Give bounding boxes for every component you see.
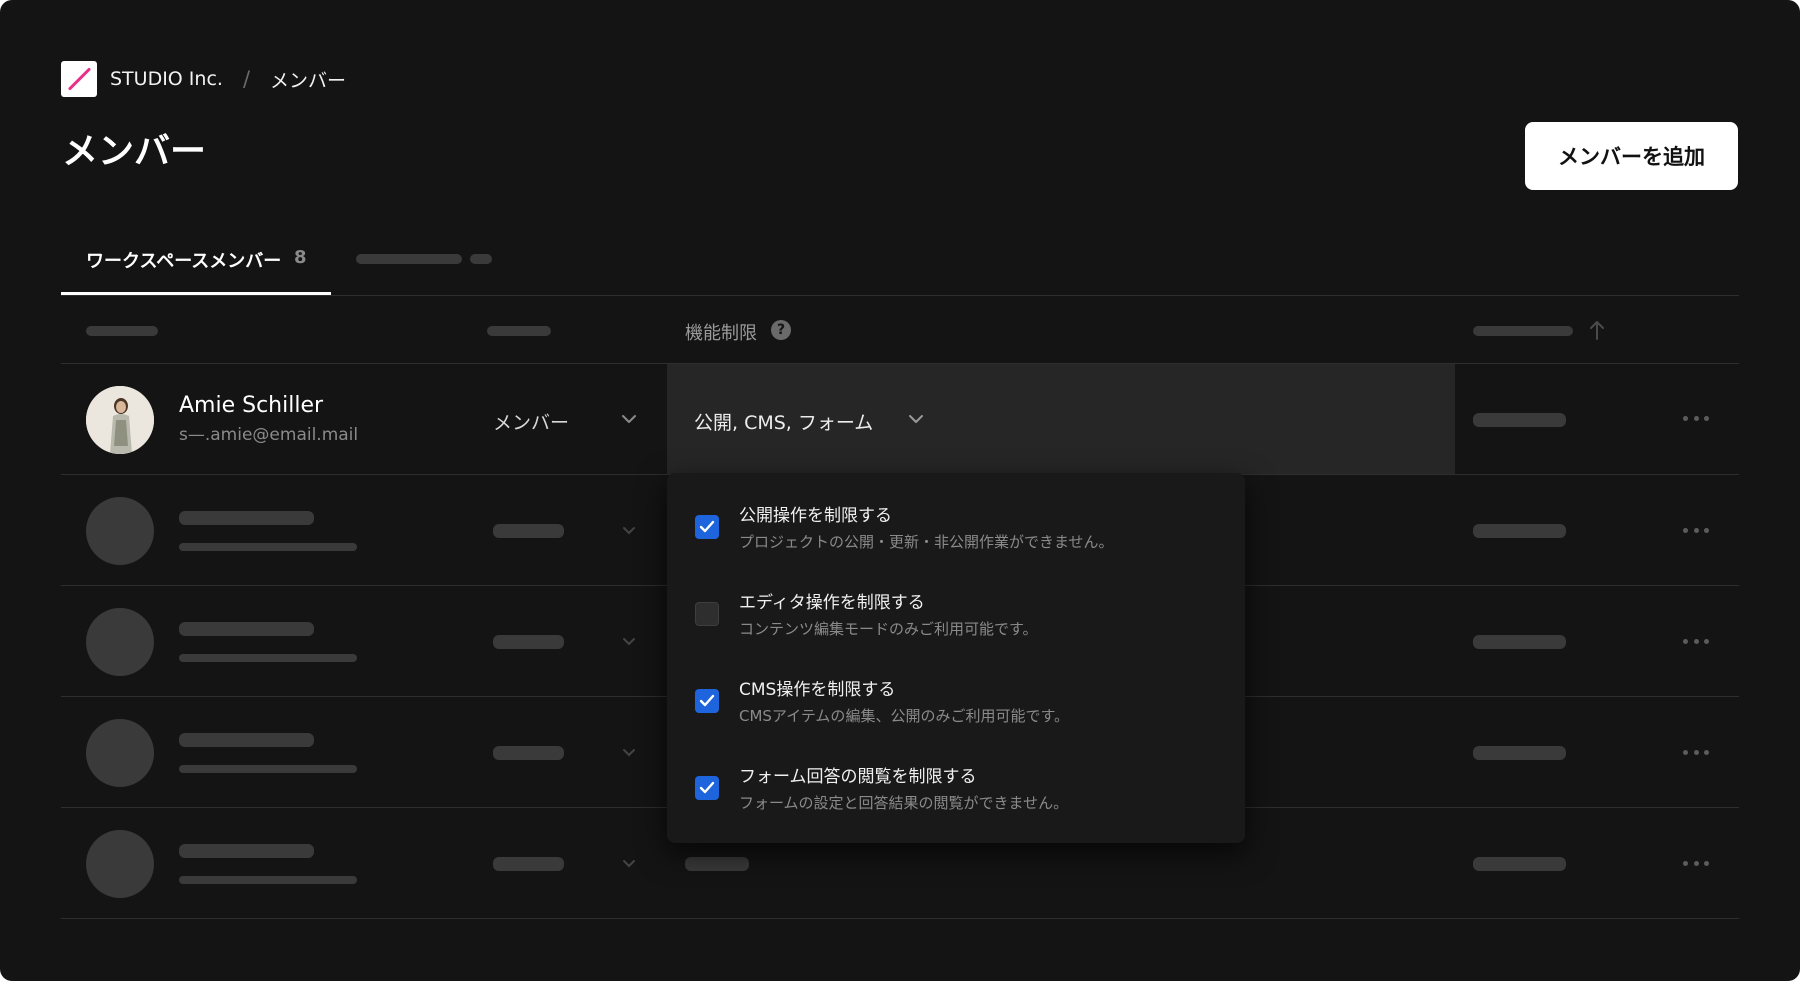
option-description: プロジェクトの公開・更新・非公開作業ができません。 — [739, 533, 1114, 551]
avatar-placeholder — [86, 719, 154, 787]
check-icon — [699, 520, 715, 533]
sort-ascending-icon[interactable] — [1589, 319, 1605, 341]
restriction-placeholder[interactable] — [685, 857, 749, 871]
help-icon[interactable]: ? — [771, 320, 791, 340]
column-header-placeholder — [86, 326, 158, 336]
email-placeholder — [179, 765, 357, 773]
tab-count-placeholder — [470, 254, 492, 264]
name-placeholder — [179, 622, 314, 636]
email-placeholder — [179, 543, 357, 551]
option-restrict-form-responses[interactable]: フォーム回答の閲覧を制限する フォームの設定と回答結果の閲覧ができません。 — [667, 752, 1245, 822]
role-select[interactable]: メンバー — [493, 408, 569, 435]
restriction-dropdown: 公開操作を制限する プロジェクトの公開・更新・非公開作業ができません。 エディタ… — [667, 473, 1245, 843]
avatar-placeholder — [86, 830, 154, 898]
member-email: s—.amie@email.mail — [179, 425, 359, 445]
checkbox-checked[interactable] — [695, 776, 719, 800]
option-title: エディタ操作を制限する — [739, 593, 925, 613]
avatar-placeholder — [86, 497, 154, 565]
cell-placeholder — [1473, 524, 1566, 538]
checkbox-checked[interactable] — [695, 689, 719, 713]
role-placeholder[interactable] — [493, 746, 564, 760]
avatar — [86, 386, 154, 454]
column-header-placeholder[interactable] — [1473, 326, 1573, 336]
more-options-icon[interactable] — [1683, 750, 1709, 756]
role-placeholder[interactable] — [493, 524, 564, 538]
avatar-placeholder — [86, 608, 154, 676]
chevron-down-icon[interactable] — [621, 526, 637, 536]
tab-workspace-members[interactable]: ワークスペースメンバー 8 — [61, 236, 331, 296]
role-placeholder[interactable] — [493, 857, 564, 871]
chevron-down-icon[interactable] — [908, 414, 924, 424]
chevron-down-icon[interactable] — [621, 859, 637, 869]
chevron-down-icon[interactable] — [621, 637, 637, 647]
name-placeholder — [179, 511, 314, 525]
member-name: Amie Schiller — [179, 393, 324, 418]
breadcrumb-separator: / — [242, 67, 251, 91]
cell-placeholder — [1473, 746, 1566, 760]
option-description: コンテンツ編集モードのみご利用可能です。 — [739, 620, 1038, 638]
restriction-select[interactable]: 公開, CMS, フォーム — [694, 408, 873, 435]
option-restrict-publish[interactable]: 公開操作を制限する プロジェクトの公開・更新・非公開作業ができません。 — [667, 491, 1245, 561]
checkbox-checked[interactable] — [695, 515, 719, 539]
breadcrumb-org[interactable]: STUDIO Inc. — [110, 68, 223, 90]
role-placeholder[interactable] — [493, 635, 564, 649]
name-placeholder — [179, 844, 314, 858]
option-title: CMS操作を制限する — [739, 680, 896, 700]
option-restrict-cms[interactable]: CMS操作を制限する CMSアイテムの編集、公開のみご利用可能です。 — [667, 665, 1245, 735]
option-description: CMSアイテムの編集、公開のみご利用可能です。 — [739, 707, 1069, 725]
chevron-down-icon[interactable] — [621, 748, 637, 758]
tab-placeholder[interactable] — [356, 254, 462, 264]
more-options-icon[interactable] — [1683, 861, 1709, 867]
checkbox-unchecked[interactable] — [695, 602, 719, 626]
column-header-restriction: 機能制限 — [685, 323, 757, 344]
page-title: メンバー — [62, 131, 207, 172]
app-frame: STUDIO Inc. / メンバー メンバー メンバーを追加 ワークスペースメ… — [0, 0, 1800, 981]
more-options-icon[interactable] — [1683, 528, 1709, 534]
option-restrict-editor[interactable]: エディタ操作を制限する コンテンツ編集モードのみご利用可能です。 — [667, 578, 1245, 648]
option-title: フォーム回答の閲覧を制限する — [739, 767, 977, 787]
tab-count-badge: 8 — [294, 247, 307, 268]
column-header-placeholder — [487, 326, 551, 336]
check-icon — [699, 694, 715, 707]
option-description: フォームの設定と回答結果の閲覧ができません。 — [739, 794, 1069, 812]
tab-divider — [61, 295, 1739, 296]
cell-placeholder — [1473, 857, 1566, 871]
breadcrumb: STUDIO Inc. / メンバー — [61, 61, 346, 97]
option-title: 公開操作を制限する — [739, 506, 892, 526]
cell-placeholder — [1473, 635, 1566, 649]
breadcrumb-current-page: メンバー — [270, 69, 347, 92]
studio-logo-icon[interactable] — [61, 61, 97, 97]
more-options-icon[interactable] — [1683, 416, 1709, 422]
row-divider — [61, 918, 1739, 919]
chevron-down-icon[interactable] — [621, 414, 637, 424]
check-icon — [699, 781, 715, 794]
email-placeholder — [179, 654, 357, 662]
tab-label: ワークスペースメンバー — [86, 251, 282, 272]
cell-placeholder — [1473, 413, 1566, 427]
name-placeholder — [179, 733, 314, 747]
more-options-icon[interactable] — [1683, 639, 1709, 645]
add-member-button[interactable]: メンバーを追加 — [1525, 122, 1738, 190]
email-placeholder — [179, 876, 357, 884]
